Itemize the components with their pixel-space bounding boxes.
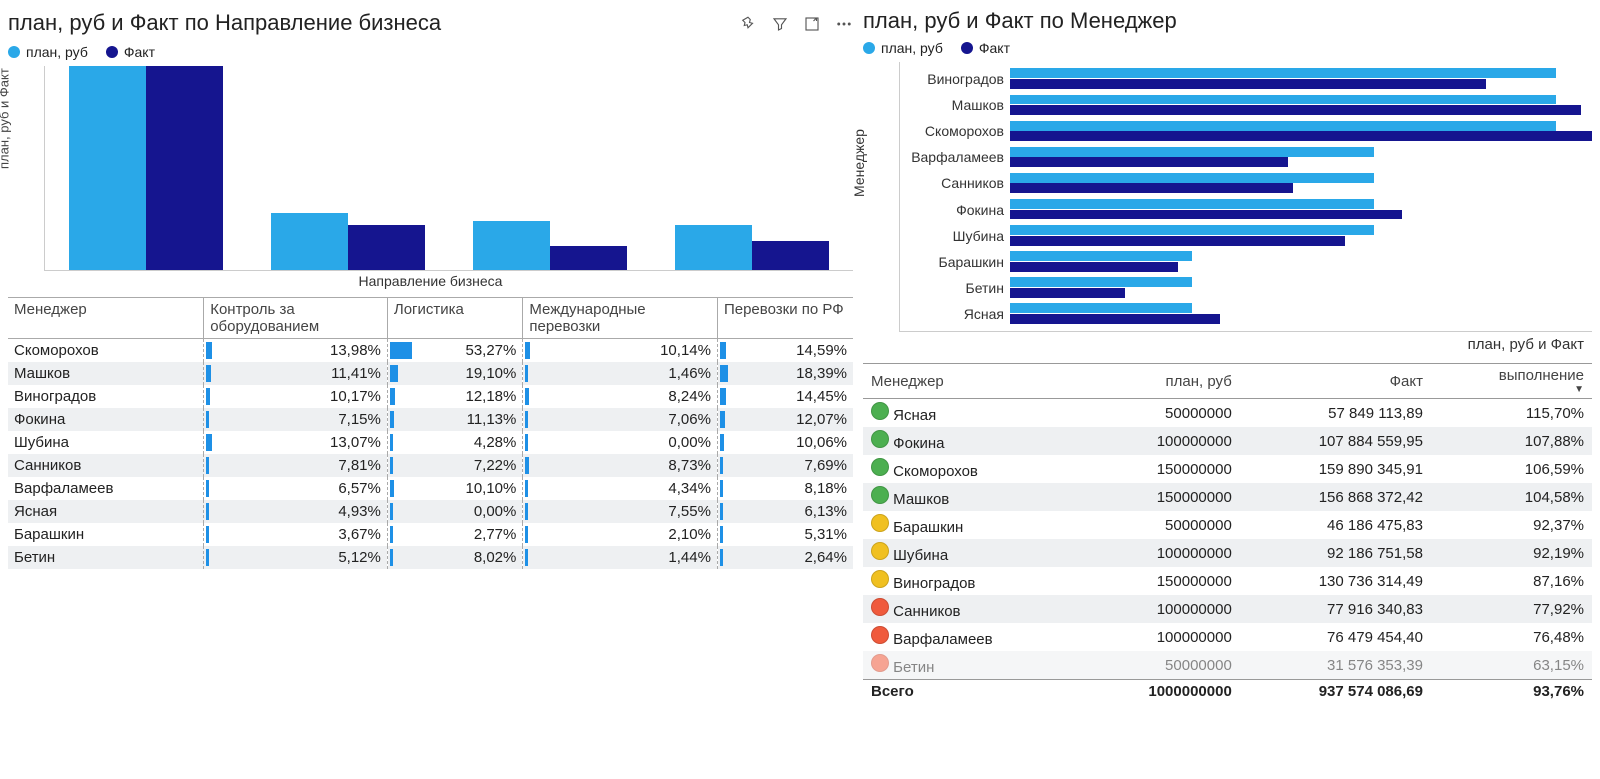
filter-icon[interactable]: [771, 15, 789, 38]
table-row[interactable]: Барашкин5000000046 186 475,8392,37%: [863, 511, 1592, 539]
status-indicator: [871, 626, 889, 644]
right-chart-title: план, руб и Факт по Менеджер: [863, 8, 1592, 34]
col-manager[interactable]: Менеджер: [863, 364, 1082, 399]
right-bar-chart[interactable]: Менеджер ВиноградовМашковСкомороховВарфа…: [863, 62, 1592, 332]
matrix-header[interactable]: Логистика: [387, 298, 522, 339]
table-row[interactable]: Варфаламеев10000000076 479 454,4076,48%: [863, 623, 1592, 651]
data-table[interactable]: Менеджер план, руб Факт выполнение▼ Ясна…: [863, 363, 1592, 703]
table-row[interactable]: Виноградов10,17%12,18%8,24%14,45%: [8, 385, 853, 408]
table-row[interactable]: Шубина10000000092 186 751,5892,19%: [863, 539, 1592, 567]
right-legend: план, руб Факт: [863, 40, 1592, 56]
table-row[interactable]: Ясная4,93%0,00%7,55%6,13%: [8, 500, 853, 523]
table-row[interactable]: Машков11,41%19,10%1,46%18,39%: [8, 362, 853, 385]
table-row[interactable]: Варфаламеев6,57%10,10%4,34%8,18%: [8, 477, 853, 500]
table-row[interactable]: Санников7,81%7,22%8,73%7,69%: [8, 454, 853, 477]
col-plan[interactable]: план, руб: [1082, 364, 1240, 399]
matrix-header[interactable]: Контроль за оборудованием: [204, 298, 388, 339]
col-exec[interactable]: выполнение▼: [1431, 364, 1592, 399]
table-row[interactable]: Шубина13,07%4,28%0,00%10,06%: [8, 431, 853, 454]
table-row[interactable]: Скоморохов13,98%53,27%10,14%14,59%: [8, 339, 853, 363]
pin-icon[interactable]: [739, 15, 757, 38]
status-indicator: [871, 430, 889, 448]
left-bar-chart[interactable]: план, руб и Факт: [8, 66, 853, 271]
col-fact[interactable]: Факт: [1240, 364, 1431, 399]
table-row[interactable]: Виноградов150000000130 736 314,4987,16%: [863, 567, 1592, 595]
status-indicator: [871, 402, 889, 420]
table-row[interactable]: Бетин5000000031 576 353,3963,15%: [863, 651, 1592, 680]
table-row[interactable]: Санников10000000077 916 340,8377,92%: [863, 595, 1592, 623]
left-chart-title: план, руб и Факт по Направление бизнеса: [8, 10, 441, 36]
more-icon[interactable]: [835, 15, 853, 38]
matrix-header[interactable]: Менеджер: [8, 298, 204, 339]
table-row[interactable]: Фокина7,15%11,13%7,06%12,07%: [8, 408, 853, 431]
table-row[interactable]: Барашкин3,67%2,77%2,10%5,31%: [8, 523, 853, 546]
status-indicator: [871, 570, 889, 588]
status-indicator: [871, 654, 889, 672]
table-row[interactable]: Фокина100000000107 884 559,95107,88%: [863, 427, 1592, 455]
left-x-axis-label: Направление бизнеса: [8, 273, 853, 289]
matrix-header[interactable]: Международные перевозки: [523, 298, 718, 339]
table-row[interactable]: Бетин5,12%8,02%1,44%2,64%: [8, 546, 853, 569]
status-indicator: [871, 458, 889, 476]
status-indicator: [871, 514, 889, 532]
status-indicator: [871, 486, 889, 504]
table-row[interactable]: Машков150000000156 868 372,42104,58%: [863, 483, 1592, 511]
table-row[interactable]: Ясная5000000057 849 113,89115,70%: [863, 399, 1592, 428]
sort-desc-icon: ▼: [1439, 384, 1584, 395]
matrix-table[interactable]: МенеджерКонтроль за оборудованиемЛогисти…: [8, 297, 853, 569]
right-x-axis-label: план, руб и Факт: [863, 336, 1584, 353]
focus-icon[interactable]: [803, 15, 821, 38]
status-indicator: [871, 598, 889, 616]
matrix-header[interactable]: Перевозки по РФ: [717, 298, 853, 339]
left-legend: план, руб Факт: [8, 44, 853, 60]
table-row[interactable]: Скоморохов150000000159 890 345,91106,59%: [863, 455, 1592, 483]
total-label: Всего: [863, 680, 1082, 704]
status-indicator: [871, 542, 889, 560]
